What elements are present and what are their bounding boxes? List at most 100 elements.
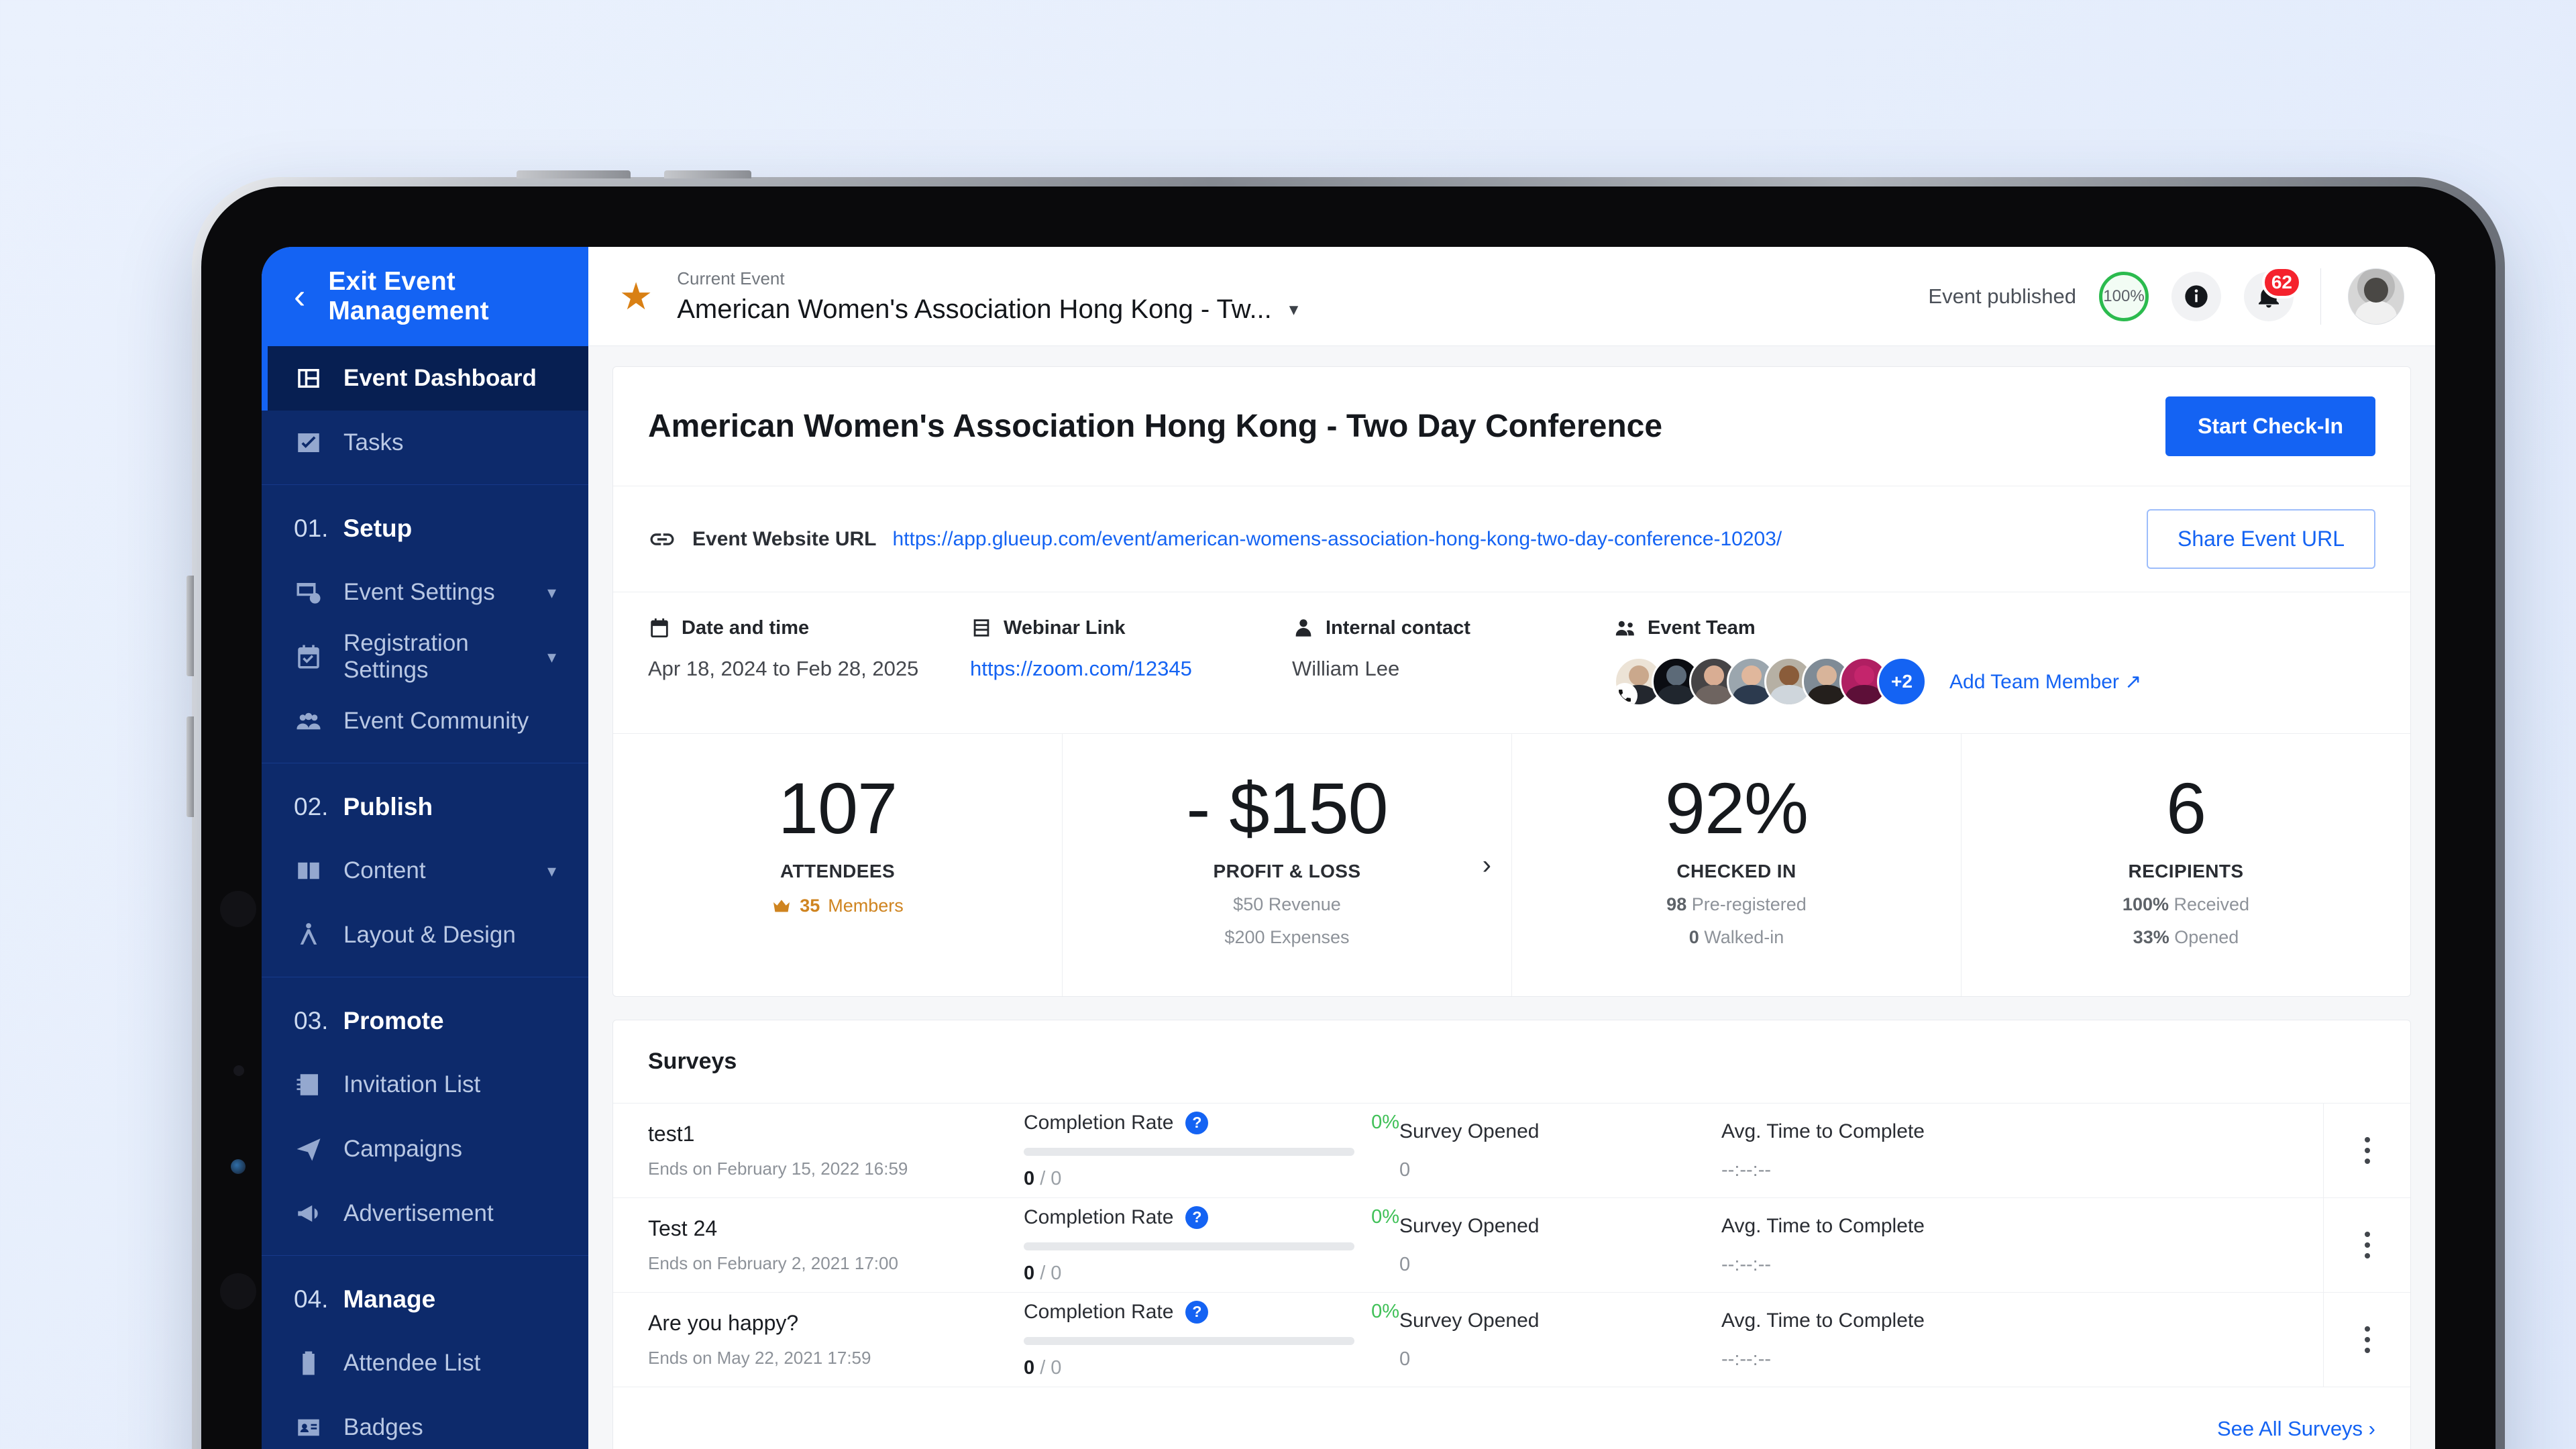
survey-name-cell: test1 Ends on February 15, 2022 16:59 [648,1122,1024,1179]
sidebar-item-campaigns[interactable]: Campaigns [262,1117,588,1181]
question-icon[interactable]: ? [1185,1111,1209,1134]
id-badge-icon [294,1413,323,1442]
survey-name: Test 24 [648,1216,718,1241]
notifications-button[interactable]: 62 [2244,266,2302,321]
dashboard-icon [294,364,323,393]
section-number: 04. [294,1285,329,1313]
device-volume-down-button [186,716,194,817]
content-scroll-area[interactable]: American Women's Association Hong Kong -… [588,346,2435,1449]
sidebar-item-label: Content [343,857,426,883]
device-camera [231,1159,246,1174]
sidebar-item-label: Attendee List [343,1350,481,1376]
sidebar-item-advertisement[interactable]: Advertisement [262,1181,588,1246]
stat-sub-2-label: Opened [2174,927,2239,948]
stat-caption: CHECKED IN [1676,861,1796,882]
info-webinar-column: Webinar Link https://zoom.com/12345 [970,616,1292,706]
tablet-screen: ‹ Exit Event Management Event Dashboard T… [262,247,2435,1449]
webinar-icon [973,619,989,637]
info-icon [2185,284,2208,308]
avg-time-label: Avg. Time to Complete [1721,1120,1925,1142]
team-head: Event Team [1614,616,2375,639]
fraction-total: 0 [1045,1167,1062,1189]
avg-time-label: Avg. Time to Complete [1721,1309,1925,1332]
team-avatar-overflow[interactable]: +2 [1877,657,1927,706]
survey-row-menu-button[interactable] [2323,1104,2410,1198]
completion-fraction: 0 / 0 [1024,1356,1062,1379]
stat-sub-1: $50 Revenue [1076,894,1498,915]
sidebar-item-content[interactable]: Content ▾ [262,839,588,903]
top-bar: ★ Current Event American Women's Associa… [588,247,2435,346]
webinar-link[interactable]: https://zoom.com/12345 [970,657,1292,681]
survey-name: Are you happy? [648,1311,799,1336]
survey-row[interactable]: test1 Ends on February 15, 2022 16:59 Comp… [613,1104,2410,1199]
sidebar-item-badges[interactable]: Badges [262,1395,588,1449]
current-event-selector[interactable]: American Women's Association Hong Kong -… [677,294,1298,325]
sidebar-item-event-community[interactable]: Event Community [262,689,588,753]
person-icon [1295,619,1311,637]
see-all-surveys-row: See All Surveys › [613,1387,2410,1449]
main-area: ★ Current Event American Women's Associa… [588,247,2435,1449]
sidebar-item-invitation-list[interactable]: Invitation List [262,1053,588,1117]
kebab-icon [2364,1326,2370,1354]
question-icon[interactable]: ? [1185,1205,1209,1229]
avatar-head [1666,665,1686,686]
survey-opened-cell: Survey Opened 0 [1399,1309,1721,1371]
add-team-member-link[interactable]: Add Team Member ↗ [1949,670,2141,694]
clipboard-check-icon [294,1348,323,1378]
sidebar-item-tasks[interactable]: Tasks [262,411,588,475]
team-label: Event Team [1648,616,1756,639]
see-all-surveys-link[interactable]: See All Surveys › [2217,1417,2375,1441]
stat-sub-2: 33% Opened [1975,927,2397,948]
exit-label: Exit Event Management [328,267,489,325]
sidebar-item-layout-design[interactable]: Layout & Design [262,903,588,967]
kebab-icon [2364,1137,2370,1165]
chevron-down-icon[interactable]: ▾ [547,647,556,667]
survey-row-menu-button[interactable] [2323,1293,2410,1387]
survey-opened-value: 0 [1399,1253,1411,1275]
user-avatar[interactable] [2348,268,2404,325]
sidebar-item-attendee-list[interactable]: Attendee List [262,1331,588,1395]
stat-sub-2-label: $200 Expenses [1224,927,1350,948]
survey-row-menu-button[interactable] [2323,1198,2410,1293]
event-url-link[interactable]: https://app.glueup.com/event/american-wo… [893,528,1782,551]
start-checkin-button[interactable]: Start Check-In [2165,396,2375,456]
stat-value: 92% [1664,767,1809,849]
survey-completion-cell: Completion Rate? 0% 0 / 0 [1024,1111,1399,1190]
sidebar-section-setup: 01. Setup [262,485,588,560]
completion-rate-label: Completion Rate [1024,1111,1174,1134]
avg-time-value: --:--:-- [1721,1159,1772,1181]
avatar-head [1704,665,1724,686]
star-icon[interactable]: ★ [619,277,653,315]
avatar-head [1854,665,1874,686]
section-label: Setup [343,515,413,542]
completion-head: Completion Rate? 0% [1024,1300,1399,1324]
question-icon[interactable]: ? [1185,1300,1209,1324]
stat-sub-2-value: 0 [1688,927,1699,948]
survey-opened-cell: Survey Opened 0 [1399,1215,1721,1276]
device-sensor-bottom [220,1273,256,1309]
chevron-down-icon[interactable]: ▾ [547,861,556,881]
survey-end-date: Ends on May 22, 2021 17:59 [648,1348,871,1368]
chevron-down-icon[interactable]: ▾ [547,582,556,603]
sidebar-item-registration-settings[interactable]: Registration Settings ▾ [262,625,588,689]
sidebar-section-promote: 03. Promote [262,977,588,1053]
info-button[interactable] [2171,271,2221,321]
survey-end-date: Ends on February 15, 2022 16:59 [648,1159,908,1179]
survey-rows: test1 Ends on February 15, 2022 16:59 Comp… [613,1104,2410,1388]
survey-row[interactable]: Are you happy? Ends on May 22, 2021 17:59… [613,1293,2410,1388]
survey-name-cell: Test 24 Ends on February 2, 2021 17:00 [648,1216,1024,1274]
stat-sub-1-value: 100% [2122,894,2169,915]
stat-caption: PROFIT & LOSS [1213,861,1361,882]
sidebar-item-label: Registration Settings [343,630,469,683]
completion-progress-bar [1024,1336,1354,1345]
sidebar-item-event-dashboard[interactable]: Event Dashboard [262,346,588,411]
share-event-url-button[interactable]: Share Event URL [2146,509,2375,569]
event-url-label: Event Website URL [692,527,877,550]
exit-event-management-button[interactable]: ‹ Exit Event Management [262,247,588,346]
survey-row[interactable]: Test 24 Ends on February 2, 2021 17:00 Com… [613,1198,2410,1293]
chevron-right-icon[interactable]: › [1483,850,1491,880]
sidebar-item-event-settings[interactable]: Event Settings ▾ [262,560,588,625]
fraction-done: 0 [1024,1167,1040,1189]
published-progress-ring: 100% [2099,271,2149,321]
stat-members: 35 Members [627,896,1049,916]
